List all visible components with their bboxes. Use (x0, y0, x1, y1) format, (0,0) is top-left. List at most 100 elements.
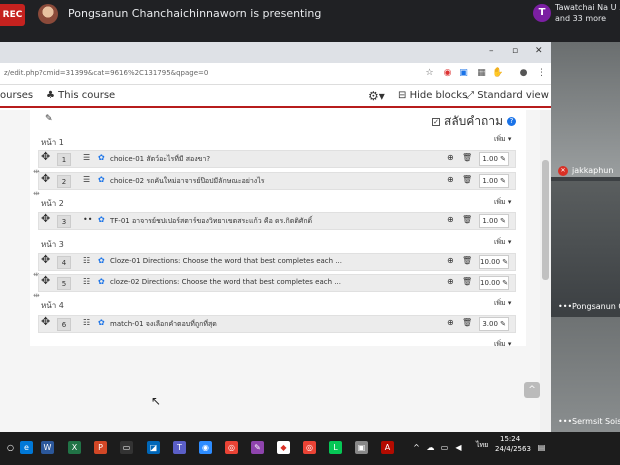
terminal-icon[interactable]: ▭ (120, 441, 133, 454)
preview-icon[interactable]: ⊕ (447, 175, 454, 184)
delete-icon[interactable]: 🗑 (462, 175, 472, 184)
cloud-icon[interactable]: ☁ (424, 441, 437, 454)
participant-avatar[interactable]: T (533, 4, 551, 22)
participants-panel: ✕ jakkaphun ••• Pongsanun C ••• Sermsit … (551, 42, 620, 432)
extension-icon[interactable]: ✋ (492, 68, 503, 79)
delete-icon[interactable]: 🗑 (462, 318, 472, 327)
scrollbar-thumb[interactable] (542, 160, 549, 280)
add-question-link[interactable]: เพิ่ม ▾ (494, 339, 511, 350)
mark-field[interactable]: 1.00 ✎ (479, 214, 509, 228)
move-icon[interactable]: ✥ (41, 172, 50, 185)
notification-icon[interactable]: ▤ (535, 441, 548, 454)
edit-pencil-icon[interactable]: ✎ (45, 114, 53, 124)
add-question-link[interactable]: เพิ่ม ▾ (494, 298, 511, 309)
word-icon[interactable]: W (41, 441, 54, 454)
chrome-icon[interactable]: ◎ (303, 441, 316, 454)
delete-icon[interactable]: 🗑 (462, 215, 472, 224)
mark-field[interactable]: 10.00 ✎ (479, 255, 509, 269)
mark-value: 1.00 (482, 177, 498, 185)
scrollbar[interactable] (540, 110, 551, 432)
add-question-link[interactable]: เพิ่ม ▾ (494, 237, 511, 248)
app-icon[interactable]: ◆ (277, 441, 290, 454)
preview-icon[interactable]: ⊕ (447, 277, 454, 286)
delete-icon[interactable]: 🗑 (462, 277, 472, 286)
language-indicator[interactable]: ไทย (476, 440, 488, 451)
nav-this-course-link[interactable]: ♣ This course (46, 90, 115, 101)
scroll-top-button[interactable]: ^ (524, 382, 540, 398)
tray-chevron-icon[interactable]: ^ (410, 441, 423, 454)
question-text[interactable]: Cloze-01 Directions: Choose the word tha… (110, 257, 342, 265)
preview-icon[interactable]: ⊕ (447, 153, 454, 162)
clock-time[interactable]: 15:24 (500, 435, 520, 443)
volume-icon[interactable]: ◀ (452, 441, 465, 454)
question-gear-icon[interactable]: ✿ (98, 277, 105, 286)
expand-icon: ⤢ (466, 90, 478, 101)
extension-icon[interactable]: ▣ (458, 68, 469, 79)
move-icon[interactable]: ✥ (41, 253, 50, 266)
maximize-icon[interactable]: ▫ (512, 46, 518, 56)
move-icon[interactable]: ✥ (41, 274, 50, 287)
gear-icon[interactable]: ⚙▾ (368, 89, 385, 103)
menu-icon[interactable]: ⋮ (536, 68, 547, 79)
excel-icon[interactable]: X (68, 441, 81, 454)
question-text[interactable]: choice-01 สัตว์อะไรที่มี สองขา? (110, 154, 210, 165)
page-break-icon[interactable]: ⇹ (33, 189, 40, 198)
acrobat-icon[interactable]: A (381, 441, 394, 454)
address-bar[interactable]: z/edit.php?cmid=31399&cat=9616%2C131795&… (0, 63, 551, 85)
question-gear-icon[interactable]: ✿ (98, 318, 105, 327)
help-icon[interactable]: ? (506, 117, 516, 126)
question-gear-icon[interactable]: ✿ (98, 153, 105, 162)
more-options-icon[interactable]: ••• (558, 302, 572, 311)
delete-icon[interactable]: 🗑 (462, 256, 472, 265)
mark-field[interactable]: 1.00 ✎ (479, 152, 509, 166)
line-icon[interactable]: L (329, 441, 342, 454)
question-text[interactable]: TF-01 อาจารย์ชปเปอร์สตาร์ของวิทยาเขตสระแ… (110, 216, 312, 227)
zoom-icon[interactable]: ◉ (199, 441, 212, 454)
mark-field[interactable]: 3.00 ✎ (479, 317, 509, 331)
app-icon[interactable]: ✎ (251, 441, 264, 454)
page-break-icon[interactable]: ⇹ (33, 291, 40, 300)
question-gear-icon[interactable]: ✿ (98, 215, 105, 224)
mark-field[interactable]: 1.00 ✎ (479, 174, 509, 188)
question-text[interactable]: match-01 จงเลือกคำตอบที่ถูกที่สุด (110, 319, 217, 330)
chrome-icon[interactable]: ◎ (225, 441, 238, 454)
delete-icon[interactable]: 🗑 (462, 153, 472, 162)
close-icon[interactable]: ✕ (535, 46, 543, 56)
network-icon[interactable]: ▭ (438, 441, 451, 454)
move-icon[interactable]: ✥ (41, 150, 50, 163)
move-icon[interactable]: ✥ (41, 315, 50, 328)
extension-icon[interactable]: ▦ (476, 68, 487, 79)
app-icon[interactable]: ▣ (355, 441, 368, 454)
checkbox-icon[interactable]: ✓ (432, 117, 440, 126)
preview-icon[interactable]: ⊕ (447, 256, 454, 265)
question-text[interactable]: cloze-02 Directions: Choose the word tha… (110, 278, 341, 286)
participant-tile[interactable]: ✕ jakkaphun (551, 42, 620, 177)
participant-tile[interactable]: ••• Sermsit Sois (551, 317, 620, 432)
nav-courses-link[interactable]: ourses (0, 90, 33, 101)
shuffle-toggle[interactable]: ✓ สลับคำถาม? (432, 112, 516, 131)
move-icon[interactable]: ✥ (41, 212, 50, 225)
more-options-icon[interactable]: ••• (558, 417, 572, 426)
add-question-link[interactable]: เพิ่ม ▾ (494, 197, 511, 208)
mark-field[interactable]: 10.00 ✎ (479, 276, 509, 290)
search-icon[interactable]: ○ (4, 441, 17, 454)
powerpoint-icon[interactable]: P (94, 441, 107, 454)
preview-icon[interactable]: ⊕ (447, 215, 454, 224)
url-text[interactable]: z/edit.php?cmid=31399&cat=9616%2C131795&… (4, 69, 208, 77)
extension-icon[interactable]: ◉ (442, 68, 453, 79)
edge-icon[interactable]: e (20, 441, 33, 454)
question-text[interactable]: choice-02 รถคันใหม่อาจารย์ป๊อปมีลักษณะอย… (110, 176, 265, 187)
question-gear-icon[interactable]: ✿ (98, 256, 105, 265)
question-gear-icon[interactable]: ✿ (98, 175, 105, 184)
profile-icon[interactable]: ● (518, 68, 529, 79)
standard-view-button[interactable]: ⤢ Standard view (466, 90, 549, 101)
teams-icon[interactable]: T (173, 441, 186, 454)
bookmark-star-icon[interactable]: ☆ (424, 68, 435, 79)
preview-icon[interactable]: ⊕ (447, 318, 454, 327)
add-question-link[interactable]: เพิ่ม ▾ (494, 134, 511, 145)
app-icon[interactable]: ◪ (147, 441, 160, 454)
clock-date[interactable]: 24/4/2563 (495, 445, 531, 453)
hide-blocks-button[interactable]: ⊟ Hide blocks (398, 90, 467, 101)
minimize-icon[interactable]: – (489, 46, 494, 56)
participant-tile[interactable]: ••• Pongsanun C (551, 181, 620, 313)
